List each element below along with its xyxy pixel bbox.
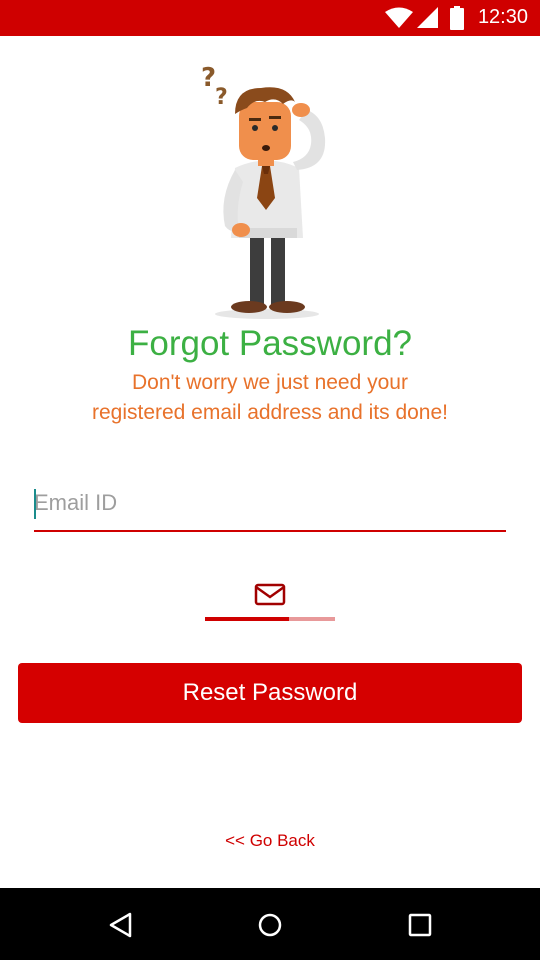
- reset-password-button[interactable]: Reset Password: [18, 663, 522, 723]
- status-bar: 12:30: [0, 0, 540, 36]
- navigation-bar: [0, 888, 540, 960]
- svg-text:?: ?: [201, 63, 216, 93]
- message-line-2: registered email address and its done!: [91, 401, 449, 424]
- text-cursor: [34, 489, 36, 519]
- page-title: Forgot Password?: [127, 324, 413, 363]
- tab-indicator-track: [289, 617, 335, 621]
- wifi-icon: [385, 7, 413, 28]
- back-triangle-icon[interactable]: [106, 910, 136, 940]
- mail-icon: [254, 583, 286, 606]
- confused-man-illustration: ? ?: [201, 63, 326, 319]
- go-back-link[interactable]: << Go Back: [0, 831, 540, 851]
- email-input[interactable]: [34, 484, 506, 532]
- status-time: 12:30: [477, 6, 528, 28]
- svg-text:?: ?: [215, 85, 228, 110]
- battery-icon: [450, 6, 464, 30]
- tab-indicator-active: [205, 617, 289, 621]
- message-line-1: Don't worry we just need your: [132, 371, 408, 394]
- email-tab-indicator[interactable]: [205, 578, 335, 622]
- cell-signal-icon: [417, 7, 438, 28]
- recents-square-icon[interactable]: [405, 910, 435, 940]
- home-circle-icon[interactable]: [255, 910, 285, 940]
